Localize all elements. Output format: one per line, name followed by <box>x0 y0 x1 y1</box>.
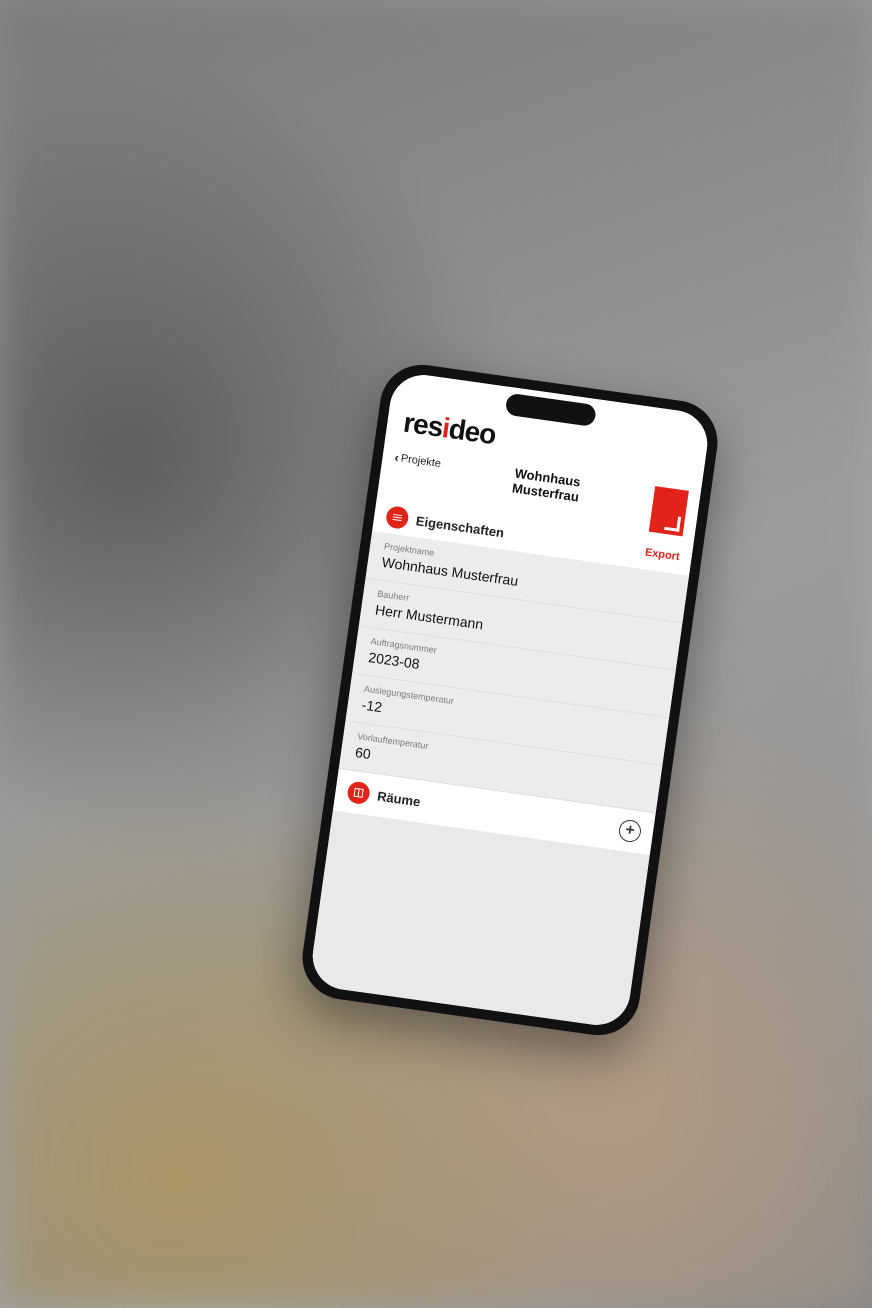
brand-mark-icon <box>649 486 689 536</box>
list-icon <box>385 505 410 530</box>
chevron-left-icon: ‹ <box>394 450 400 465</box>
add-room-button[interactable]: + <box>618 819 643 844</box>
back-button[interactable]: ‹ Projekte <box>394 450 442 471</box>
properties-fields: Projektname Wohnhaus Musterfrau Bauherr … <box>308 531 689 1029</box>
back-label: Projekte <box>400 452 442 470</box>
room-icon <box>346 780 371 805</box>
export-button[interactable]: Export <box>644 546 680 563</box>
